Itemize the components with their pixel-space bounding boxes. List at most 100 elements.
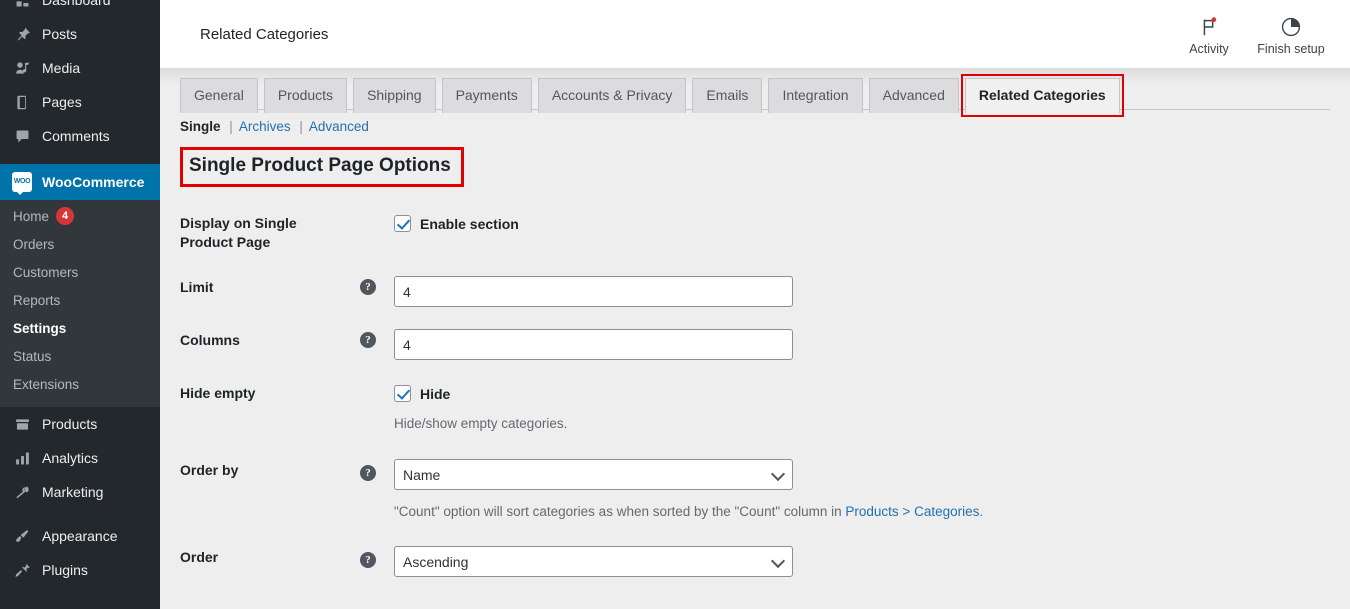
form-row-columns: Columns ? bbox=[160, 318, 1350, 371]
sidebar-item-marketing[interactable]: Marketing bbox=[0, 475, 160, 509]
sidebar-item-media[interactable]: Media bbox=[0, 51, 160, 85]
activity-label: Activity bbox=[1189, 42, 1229, 56]
tab-advanced[interactable]: Advanced bbox=[868, 78, 959, 113]
order-by-select[interactable]: Name bbox=[394, 459, 793, 490]
finish-setup-label: Finish setup bbox=[1257, 42, 1325, 56]
order-by-desc-prefix: "Count" option will sort categories as w… bbox=[394, 504, 846, 519]
tab-integration[interactable]: Integration bbox=[768, 78, 863, 113]
enable-section-label: Enable section bbox=[420, 215, 519, 232]
activity-button[interactable]: Activity bbox=[1168, 12, 1250, 56]
home-count-badge: 4 bbox=[56, 207, 75, 225]
enable-section-checkbox-row[interactable]: Enable section bbox=[394, 212, 1340, 232]
tab-related-categories[interactable]: Related Categories bbox=[960, 74, 1124, 117]
sidebar-item-analytics[interactable]: Analytics bbox=[0, 441, 160, 475]
sidebar-label: WooCommerce bbox=[42, 174, 145, 190]
tab-emails[interactable]: Emails bbox=[692, 78, 763, 113]
submenu-label: Reports bbox=[13, 292, 61, 308]
sidebar-item-posts[interactable]: Posts bbox=[0, 17, 160, 51]
submenu-label: Customers bbox=[13, 264, 79, 280]
form-control bbox=[394, 265, 1350, 318]
products-icon bbox=[11, 414, 33, 434]
order-value[interactable]: Ascending bbox=[394, 546, 793, 577]
sidebar-divider bbox=[0, 509, 160, 519]
form-control: Ascending bbox=[394, 532, 1350, 588]
sidebar-item-appearance[interactable]: Appearance bbox=[0, 519, 160, 553]
form-control: Hide Hide/show empty categories. bbox=[394, 371, 1350, 444]
help-tip-icon[interactable]: ? bbox=[360, 279, 376, 295]
section-heading: Single Product Page Options bbox=[180, 147, 464, 187]
columns-input[interactable] bbox=[394, 329, 793, 360]
comment-icon bbox=[11, 126, 33, 146]
order-select[interactable]: Ascending bbox=[394, 546, 793, 577]
order-by-desc-suffix: . bbox=[979, 504, 984, 519]
products-categories-link[interactable]: Products > Categories bbox=[845, 504, 979, 519]
submenu-item-extensions[interactable]: Extensions bbox=[0, 370, 160, 398]
sidebar-item-products[interactable]: Products bbox=[0, 407, 160, 441]
pin-icon bbox=[11, 24, 33, 44]
form-row-display-on-single-product-page: Display on Single Product Page Enable se… bbox=[160, 201, 1350, 265]
settings-form-table: Display on Single Product Page Enable se… bbox=[160, 201, 1350, 588]
form-label: Hide empty bbox=[180, 385, 256, 401]
submenu-item-home[interactable]: Home 4 bbox=[0, 202, 160, 230]
plug-icon bbox=[11, 560, 33, 580]
brush-icon bbox=[11, 526, 33, 546]
hide-empty-checkbox[interactable] bbox=[394, 385, 411, 402]
tab-payments[interactable]: Payments bbox=[441, 78, 532, 113]
woo-icon: WOO bbox=[11, 172, 33, 195]
form-row-limit: Limit ? bbox=[160, 265, 1350, 318]
form-control bbox=[394, 318, 1350, 371]
form-label: Order by bbox=[180, 462, 239, 478]
megaphone-icon bbox=[11, 482, 33, 502]
sidebar-label: Plugins bbox=[42, 562, 88, 578]
subnav-separator: | bbox=[229, 119, 233, 134]
tip-cell bbox=[360, 201, 394, 265]
dashboard-icon bbox=[11, 0, 33, 10]
tab-accounts-privacy[interactable]: Accounts & Privacy bbox=[537, 78, 687, 113]
progress-circle-icon bbox=[1280, 12, 1302, 38]
hide-empty-checkbox-row[interactable]: Hide bbox=[394, 382, 1340, 402]
sidebar-item-comments[interactable]: Comments bbox=[0, 119, 160, 153]
subnav-item-single[interactable]: Single bbox=[180, 119, 221, 134]
form-row-hide-empty: Hide empty Hide Hide/show empty categori… bbox=[160, 371, 1350, 444]
tab-shipping[interactable]: Shipping bbox=[353, 78, 436, 113]
tab-general[interactable]: General bbox=[180, 78, 258, 113]
sidebar-label: Appearance bbox=[42, 528, 118, 544]
enable-section-checkbox[interactable] bbox=[394, 215, 411, 232]
tip-cell: ? bbox=[360, 444, 394, 532]
sidebar-item-dashboard[interactable]: Dashboard bbox=[0, 0, 160, 17]
subnav-separator: | bbox=[299, 119, 303, 134]
tab-products[interactable]: Products bbox=[263, 78, 348, 113]
flag-icon bbox=[1198, 12, 1220, 38]
settings-tabs-wrap: General Products Shipping Payments Accou… bbox=[160, 68, 1350, 117]
help-tip-icon[interactable]: ? bbox=[360, 332, 376, 348]
help-tip-icon[interactable]: ? bbox=[360, 552, 376, 568]
subnav-item-archives[interactable]: Archives bbox=[239, 119, 291, 134]
sidebar-item-pages[interactable]: Pages bbox=[0, 85, 160, 119]
sidebar-item-woocommerce[interactable]: WOO WooCommerce bbox=[0, 164, 168, 200]
form-row-order-by: Order by ? Name "Count" option will sort… bbox=[160, 444, 1350, 532]
form-control: Enable section bbox=[394, 201, 1350, 265]
order-by-value[interactable]: Name bbox=[394, 459, 793, 490]
sidebar-label: Dashboard bbox=[42, 0, 111, 8]
sidebar-label: Media bbox=[42, 60, 81, 76]
submenu-item-customers[interactable]: Customers bbox=[0, 258, 160, 286]
submenu-item-settings[interactable]: Settings bbox=[0, 314, 160, 342]
form-row-order: Order ? Ascending bbox=[160, 532, 1350, 588]
sidebar-item-plugins[interactable]: Plugins bbox=[0, 553, 160, 587]
sidebar-label: Analytics bbox=[42, 450, 99, 466]
submenu-item-reports[interactable]: Reports bbox=[0, 286, 160, 314]
settings-tabs: General Products Shipping Payments Accou… bbox=[180, 74, 1350, 117]
sidebar-label: Products bbox=[42, 416, 98, 432]
submenu-item-status[interactable]: Status bbox=[0, 342, 160, 370]
limit-input[interactable] bbox=[394, 276, 793, 307]
tip-cell: ? bbox=[360, 532, 394, 588]
help-tip-icon[interactable]: ? bbox=[360, 465, 376, 481]
page-title: Related Categories bbox=[200, 25, 329, 43]
settings-content: General Products Shipping Payments Accou… bbox=[160, 68, 1350, 609]
finish-setup-button[interactable]: Finish setup bbox=[1250, 12, 1332, 56]
submenu-label: Home bbox=[13, 208, 50, 224]
submenu-item-orders[interactable]: Orders bbox=[0, 230, 160, 258]
form-label: Limit bbox=[180, 279, 214, 295]
subnav-item-advanced[interactable]: Advanced bbox=[309, 119, 369, 134]
sidebar-label: Marketing bbox=[42, 484, 104, 500]
